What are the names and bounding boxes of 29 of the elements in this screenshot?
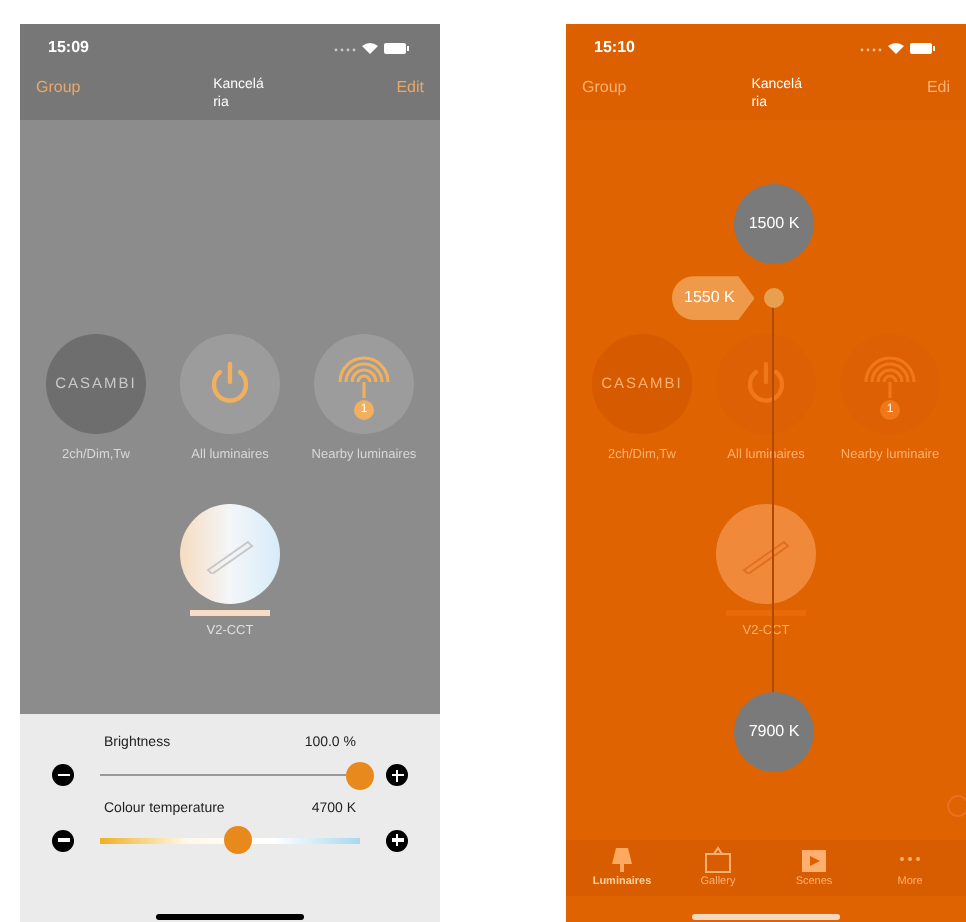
scale-marker[interactable]: [764, 288, 784, 309]
edit-button[interactable]: Edit: [396, 76, 424, 100]
signal-icon: [336, 350, 392, 402]
status-time: 15:10: [594, 35, 635, 59]
scenes-icon: [800, 845, 828, 874]
lamp-icon: [610, 845, 634, 874]
marker-bubble: 1550 K: [672, 276, 755, 321]
plus-button[interactable]: [386, 764, 408, 786]
status-icons: [858, 39, 938, 55]
status-time: 15:09: [48, 35, 89, 59]
slider-thumb[interactable]: [346, 761, 374, 789]
power-icon: [744, 360, 788, 408]
plus-button[interactable]: [386, 829, 408, 851]
group-button[interactable]: Group: [582, 76, 627, 100]
minus-button[interactable]: [52, 764, 74, 786]
help-icon: [946, 794, 966, 818]
edit-button[interactable]: Edi: [926, 76, 950, 100]
group-button[interactable]: Group: [36, 76, 81, 100]
level-bar: [190, 609, 270, 616]
minus-button[interactable]: [52, 829, 74, 851]
signal-icon: [862, 350, 918, 402]
luminaire-tile[interactable]: [180, 503, 280, 604]
slider-thumb[interactable]: [223, 826, 252, 854]
power-icon: [208, 360, 252, 408]
luminaire-tile[interactable]: [716, 503, 816, 604]
more-icon: [898, 856, 922, 863]
gallery-icon: [704, 845, 732, 874]
status-icons: [332, 39, 412, 55]
power-tile[interactable]: [180, 334, 280, 434]
